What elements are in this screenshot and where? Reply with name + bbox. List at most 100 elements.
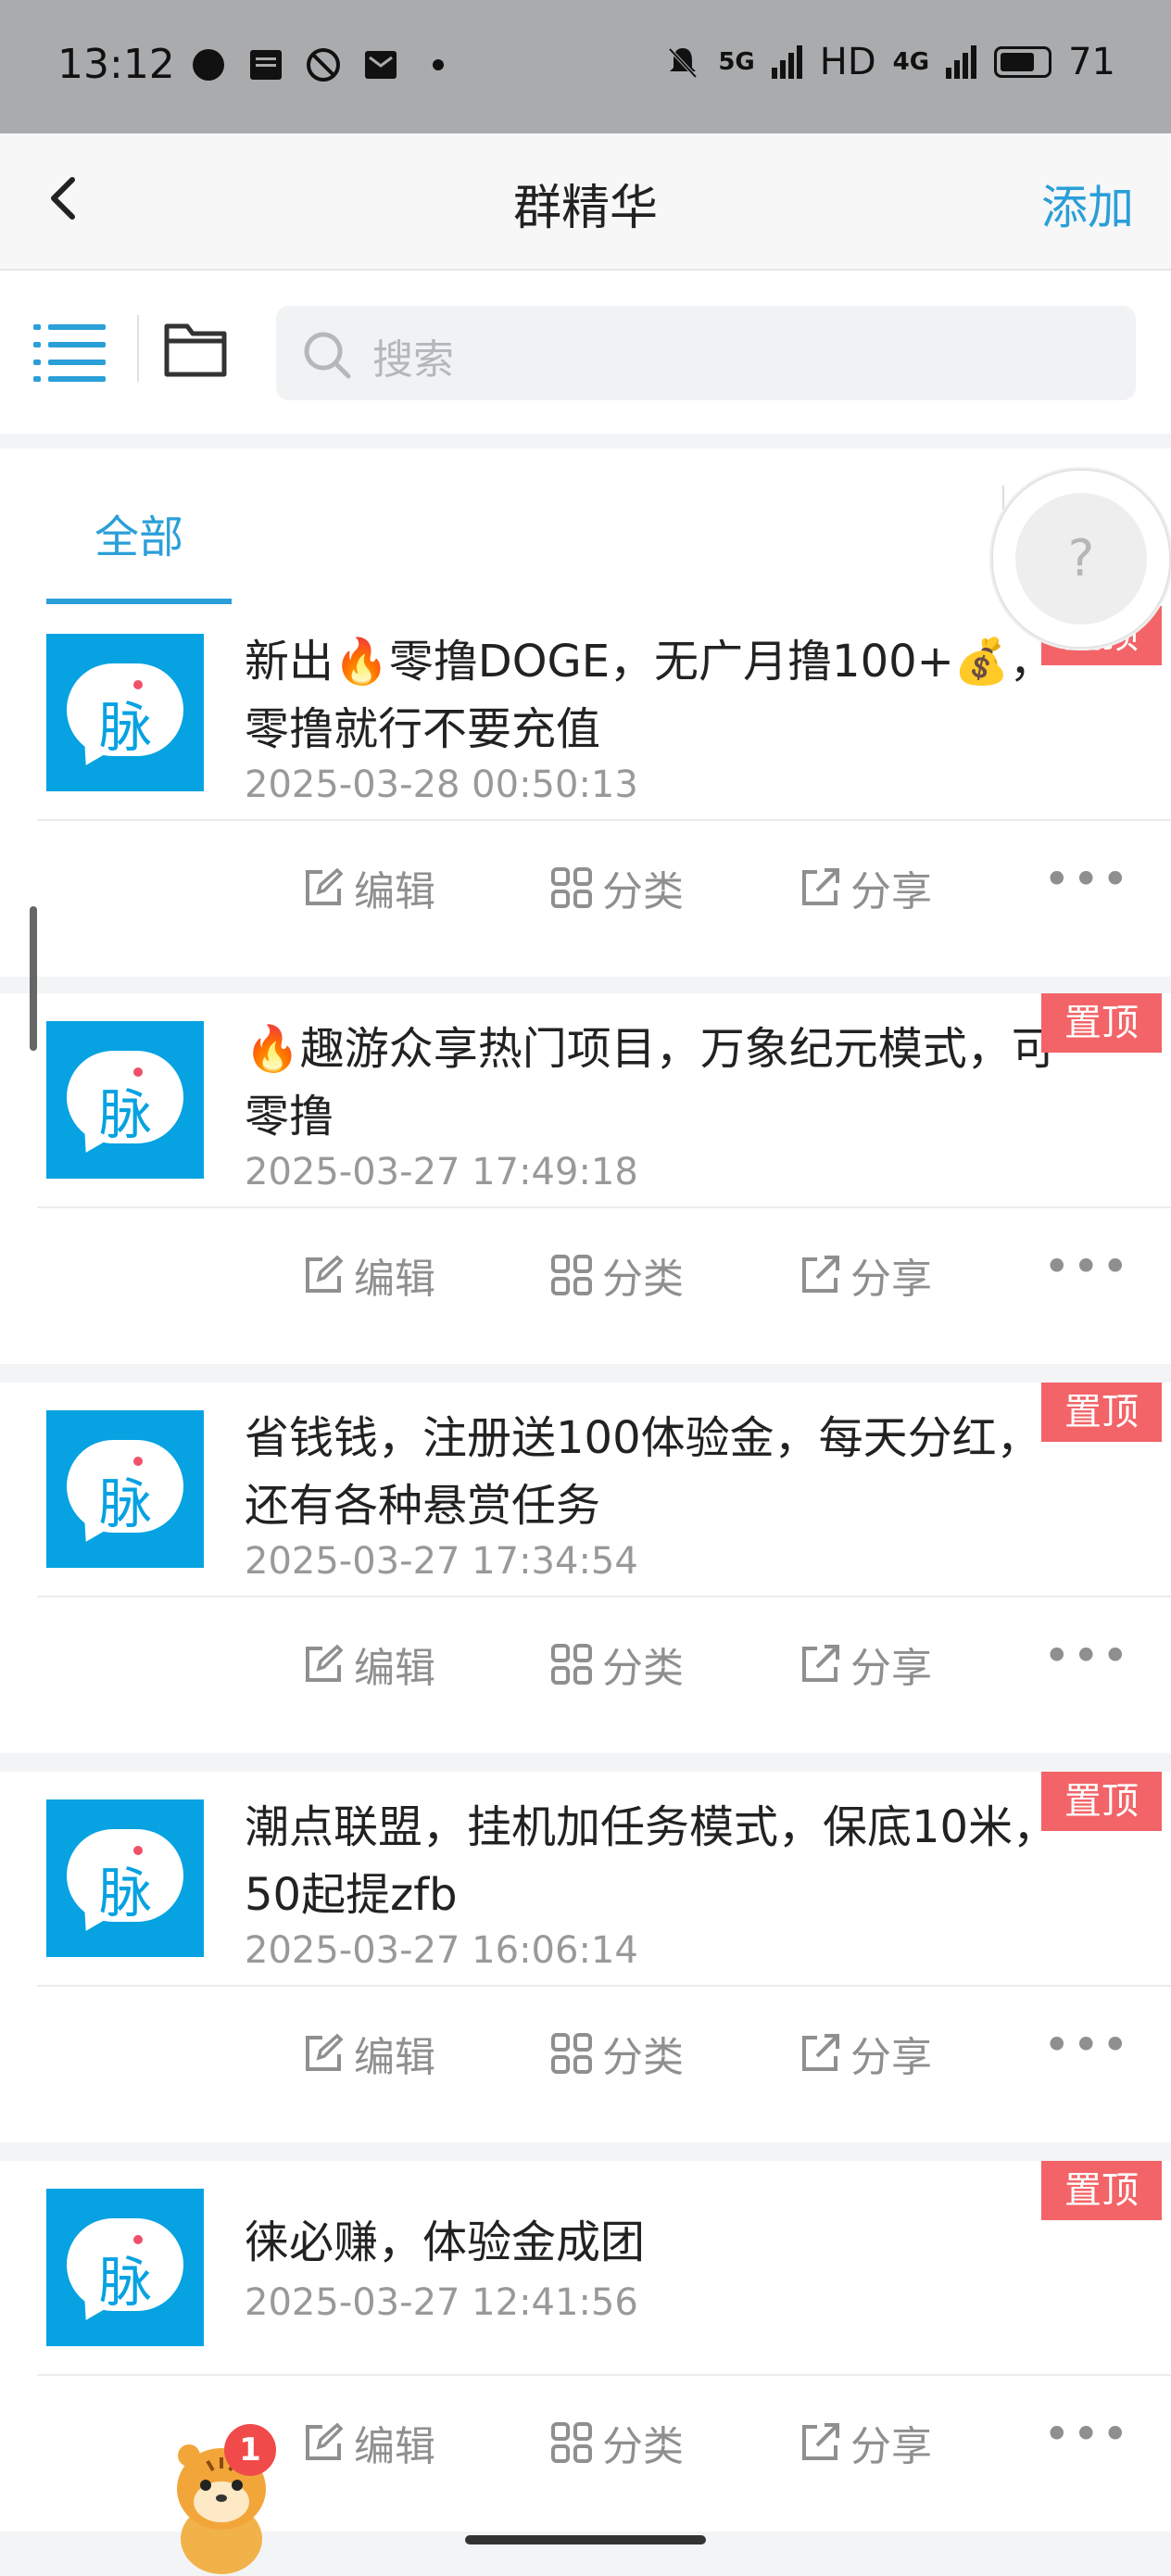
category-label: 分类 (602, 2423, 684, 2470)
category-button[interactable]: 分类 (550, 2413, 684, 2472)
share-label: 分享 (850, 1256, 932, 1303)
pin-badge: 置顶 (1041, 993, 1162, 1053)
share-icon (802, 2423, 839, 2460)
edit-button[interactable]: 编辑 (302, 858, 435, 917)
edit-button[interactable]: 编辑 (302, 2024, 435, 2083)
signal-5g: 5G (718, 48, 755, 76)
share-button[interactable]: 分享 (799, 1635, 932, 1694)
heart-icon (133, 1457, 143, 1466)
edit-icon (306, 2033, 344, 2071)
status-time: 13:12 (57, 41, 175, 88)
category-label: 分类 (602, 2034, 684, 2081)
home-indicator[interactable] (465, 2535, 706, 2544)
post-avatar: 脉 (46, 1410, 204, 1568)
post-title[interactable]: 潮点联盟，挂机加任务模式，保底10米，50起提zfb (245, 1794, 1060, 1929)
post-divider (37, 1206, 1171, 1208)
do-not-disturb-icon (307, 48, 340, 82)
post-time: 2025-03-27 17:49:18 (245, 1151, 638, 1193)
battery-icon (994, 46, 1052, 78)
post-time: 2025-03-27 16:06:14 (245, 1929, 638, 1972)
heart-icon (133, 2235, 143, 2244)
post-avatar: 脉 (46, 634, 204, 791)
grid-icon (551, 1255, 592, 1295)
grid-icon (551, 1644, 592, 1685)
tab-all[interactable]: 全部 (46, 448, 232, 604)
help-button[interactable]: ? (991, 469, 1171, 649)
tab-all-label: 全部 (94, 511, 183, 563)
heart-icon (133, 680, 143, 689)
more-options-button[interactable]: ••• (1043, 1629, 1130, 1683)
page-title: 群精华 (512, 181, 658, 236)
post-card[interactable]: 脉 潮点联盟，挂机加任务模式，保底10米，50起提zfb 2025-03-27 … (0, 1772, 1171, 2142)
post-divider (37, 819, 1171, 821)
category-button[interactable]: 分类 (550, 858, 684, 917)
share-button[interactable]: 分享 (799, 2413, 932, 2472)
post-avatar: 脉 (46, 1021, 204, 1179)
edit-button[interactable]: 编辑 (302, 2413, 435, 2472)
post-title[interactable]: 省钱钱，注册送100体验金，每天分红，还有各种悬赏任务 (245, 1405, 1060, 1540)
share-icon (802, 868, 839, 905)
notification-badge: 1 (224, 2424, 276, 2476)
tab-active-underline (46, 599, 232, 604)
grid-icon (551, 2422, 592, 2463)
category-button[interactable]: 分类 (550, 1635, 684, 1694)
post-time: 2025-03-27 17:34:54 (245, 1540, 638, 1583)
signal-bars-icon (946, 45, 977, 79)
category-label: 分类 (602, 1256, 684, 1303)
share-button[interactable]: 分享 (799, 2024, 932, 2083)
search-input[interactable]: 搜索 (276, 306, 1136, 400)
more-options-button[interactable]: ••• (1043, 2407, 1130, 2461)
share-label: 分享 (850, 1645, 932, 1692)
search-placeholder: 搜索 (372, 336, 454, 384)
post-title[interactable]: 新出🔥零撸DOGE，无广月撸100+💰，零撸就行不要充值 (245, 628, 1060, 764)
edit-button[interactable]: 编辑 (302, 1635, 435, 1694)
folder-icon[interactable] (163, 319, 228, 380)
post-title[interactable]: 🔥趣游众享热门项目，万象纪元模式，可零撸 (245, 1016, 1060, 1151)
status-notification-icons (190, 46, 457, 83)
share-icon (802, 2034, 839, 2071)
app-icon (250, 50, 282, 80)
share-icon (802, 1256, 839, 1293)
share-label: 分享 (850, 2034, 932, 2081)
signal-bars-icon (771, 45, 802, 79)
category-button[interactable]: 分类 (550, 1245, 684, 1305)
category-button[interactable]: 分类 (550, 2024, 684, 2083)
edit-label: 编辑 (354, 1256, 435, 1303)
post-card[interactable]: 脉 新出🔥零撸DOGE，无广月撸100+💰，零撸就行不要充值 2025-03-2… (0, 606, 1171, 977)
dot-icon (433, 59, 444, 70)
share-label: 分享 (850, 2423, 932, 2470)
post-card[interactable]: 脉 省钱钱，注册送100体验金，每天分红，还有各种悬赏任务 2025-03-27… (0, 1383, 1171, 1753)
pin-badge: 置顶 (1041, 1383, 1162, 1442)
list-view-icon[interactable] (33, 321, 107, 382)
add-button[interactable]: 添加 (1041, 170, 1134, 237)
post-divider (37, 1596, 1171, 1597)
scrollbar-thumb[interactable] (30, 906, 37, 1051)
post-avatar: 脉 (46, 2189, 204, 2346)
post-time: 2025-03-27 12:41:56 (245, 2281, 638, 2324)
share-label: 分享 (850, 868, 932, 915)
battery-level: 71 (1068, 41, 1115, 83)
edit-label: 编辑 (354, 1645, 435, 1692)
share-button[interactable]: 分享 (799, 1245, 932, 1305)
more-options-button[interactable]: ••• (1043, 1240, 1130, 1294)
post-avatar: 脉 (46, 1799, 204, 1957)
category-label: 分类 (602, 1645, 684, 1692)
toolbar-divider (137, 315, 139, 382)
post-card[interactable]: 脉 🔥趣游众享热门项目，万象纪元模式，可零撸 2025-03-27 17:49:… (0, 993, 1171, 1364)
toolbar: 搜索 (0, 271, 1171, 434)
edit-button[interactable]: 编辑 (302, 1245, 435, 1305)
status-system-icons: 5G HD 4G 71 (664, 41, 1115, 83)
navigation-bar: 群精华 添加 (0, 133, 1171, 271)
mail-icon (365, 51, 397, 79)
share-button[interactable]: 分享 (799, 858, 932, 917)
edit-label: 编辑 (354, 868, 435, 915)
chat-bubble-icon (193, 49, 224, 81)
heart-icon (133, 1846, 143, 1855)
grid-icon (551, 867, 592, 908)
more-options-button[interactable]: ••• (1043, 852, 1130, 906)
edit-icon (306, 1644, 344, 1682)
more-options-button[interactable]: ••• (1043, 2018, 1130, 2072)
search-icon (304, 332, 351, 379)
hd-label: HD (819, 41, 876, 83)
post-title[interactable]: 徕必赚，体验金成团 (245, 2209, 1060, 2277)
